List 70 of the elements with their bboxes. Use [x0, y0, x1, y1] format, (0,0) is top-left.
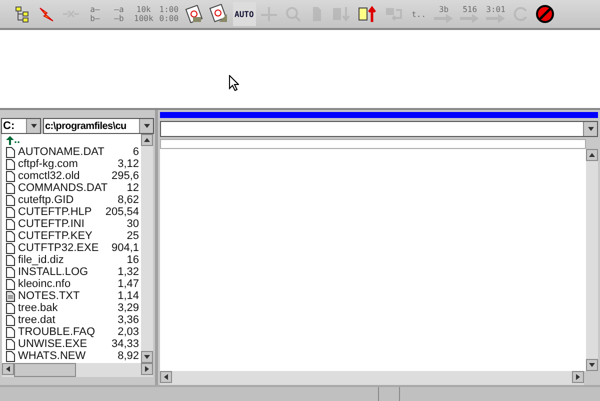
right-arrow-icon: [460, 14, 480, 23]
file-item[interactable]: file_id.diz 16: [2, 254, 141, 266]
file-icon: [6, 266, 15, 278]
file-icon: [6, 242, 15, 254]
file-item[interactable]: CUTEFTP.HLP 205,54: [2, 206, 141, 218]
up-arrow-icon: [6, 136, 14, 144]
file-icon: [6, 146, 15, 158]
dropdown-arrow-icon: [142, 122, 150, 130]
file-icon: [6, 218, 15, 230]
search-icon: [284, 6, 301, 22]
file-item[interactable]: CUTEFTP.KEY 25: [2, 230, 141, 242]
scroll-right-arrow-icon: [574, 373, 582, 381]
files-icon: [384, 5, 404, 23]
scroll-left-arrow-icon: [162, 373, 170, 381]
file-item[interactable]: UNWISE.EXE 34,33: [2, 338, 141, 350]
file-icon: [6, 254, 15, 266]
vertical-scrollbar[interactable]: [141, 134, 153, 363]
stop-icon: [536, 5, 554, 23]
file-item[interactable]: tree.dat 3,36: [2, 314, 141, 326]
file-item[interactable]: COMMANDS.DAT 12: [2, 182, 141, 194]
file-item[interactable]: AUTONAME.DAT 6: [2, 146, 141, 158]
file-icon: [6, 158, 15, 170]
file-icon: [6, 302, 15, 314]
path-dropdown[interactable]: c:\programfiles\cu: [43, 118, 154, 134]
scroll-right-arrow-icon: [143, 365, 151, 373]
right-arrow-icon: [434, 14, 454, 23]
dropdown-arrow-icon: [586, 125, 594, 133]
file-icon: [6, 230, 15, 242]
remote-path-dropdown[interactable]: [160, 121, 598, 137]
file-icon: [6, 326, 15, 338]
refresh-icon: [512, 6, 529, 22]
file-icon: [6, 194, 15, 206]
text-file-icon: [6, 290, 15, 302]
vertical-scrollbar[interactable]: [586, 149, 598, 371]
file-down-icon: [332, 5, 352, 23]
scroll-left-arrow-icon: [4, 365, 12, 373]
file-icon: [6, 182, 15, 194]
file-up-icon: [358, 5, 378, 23]
horizontal-scrollbar[interactable]: [160, 371, 584, 385]
file-item[interactable]: cftpf-kg.com 3,12: [2, 158, 141, 170]
file-item[interactable]: tree.bak 3,29: [2, 302, 141, 314]
file-item[interactable]: WHATS.NEW 8,92: [2, 350, 141, 362]
mouse-pointer-icon: [229, 75, 239, 91]
file-item[interactable]: CUTEFTP.INI 30: [2, 218, 141, 230]
auto-button[interactable]: AUTO: [232, 2, 256, 26]
scroll-up-arrow-icon: [588, 151, 596, 159]
file-icon: [6, 170, 15, 182]
dropdown-arrow-icon: [588, 361, 596, 369]
document-icon: [184, 5, 203, 23]
dropdown-arrow-icon: [30, 122, 38, 130]
file-item[interactable]: INSTALL.LOG 1,32: [2, 266, 141, 278]
file-icon: [6, 206, 15, 218]
file-item[interactable]: TROUBLE.FAQ 2,03: [2, 326, 141, 338]
file-icon: [6, 278, 15, 290]
toolbar-button[interactable]: [534, 2, 556, 26]
file-item[interactable]: CUTFTP32.EXE 904,1: [2, 242, 141, 254]
file-item[interactable]: kleoinc.nfo 1,47: [2, 278, 141, 290]
dropdown-arrow-icon: [143, 353, 151, 361]
file-icon: [310, 6, 323, 22]
parent-folder-item[interactable]: ..: [2, 134, 141, 146]
horizontal-scrollbar[interactable]: [2, 363, 153, 377]
file-item[interactable]: cuteftp.GID 8,62: [2, 194, 141, 206]
file-icon: [6, 314, 15, 326]
file-item[interactable]: comctl32.old 295,6: [2, 170, 141, 182]
lightning-icon: [38, 5, 56, 23]
right-arrow-icon: [486, 14, 506, 23]
scroll-up-arrow-icon: [143, 136, 151, 144]
drive-dropdown[interactable]: C:: [1, 118, 41, 134]
file-item[interactable]: NOTES.TXT 1,14: [2, 290, 141, 302]
file-icon: [6, 338, 15, 350]
